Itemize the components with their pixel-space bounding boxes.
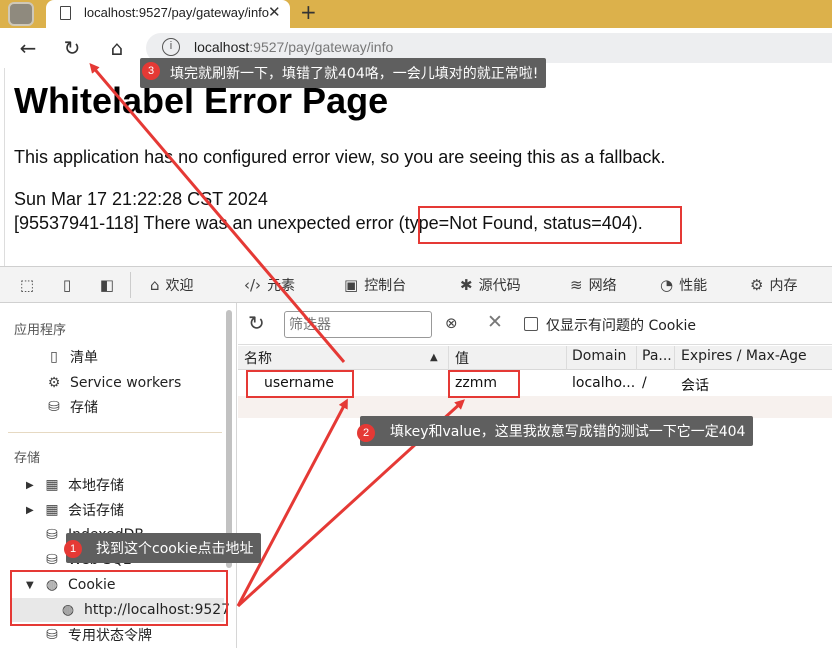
- callout-step-2: 填key和value，这里我故意写成错的测试一下它一定404: [360, 416, 754, 446]
- arrow-to-name-cell: [236, 398, 348, 607]
- step-number-3: 3: [142, 62, 160, 80]
- arrow-to-reload: [89, 62, 346, 363]
- highlight-cookie-tree: [10, 570, 228, 626]
- callout-text: 填完就刷新一下，填错了就404咯，一会儿填对的就正常啦!: [170, 66, 539, 82]
- step-number-2: 2: [357, 424, 375, 442]
- callout-text: 找到这个cookie点击地址: [96, 541, 254, 557]
- highlight-404-status: [418, 206, 682, 244]
- callout-step-1: 找到这个cookie点击地址: [66, 533, 262, 563]
- callout-text: 填key和value，这里我故意写成错的测试一下它一定404: [390, 424, 746, 440]
- highlight-value-cell: [448, 370, 520, 398]
- callout-step-3: 填完就刷新一下，填错了就404咯，一会儿填对的就正常啦!: [140, 58, 547, 88]
- step-number-1: 1: [64, 540, 82, 558]
- highlight-name-cell: [246, 370, 354, 398]
